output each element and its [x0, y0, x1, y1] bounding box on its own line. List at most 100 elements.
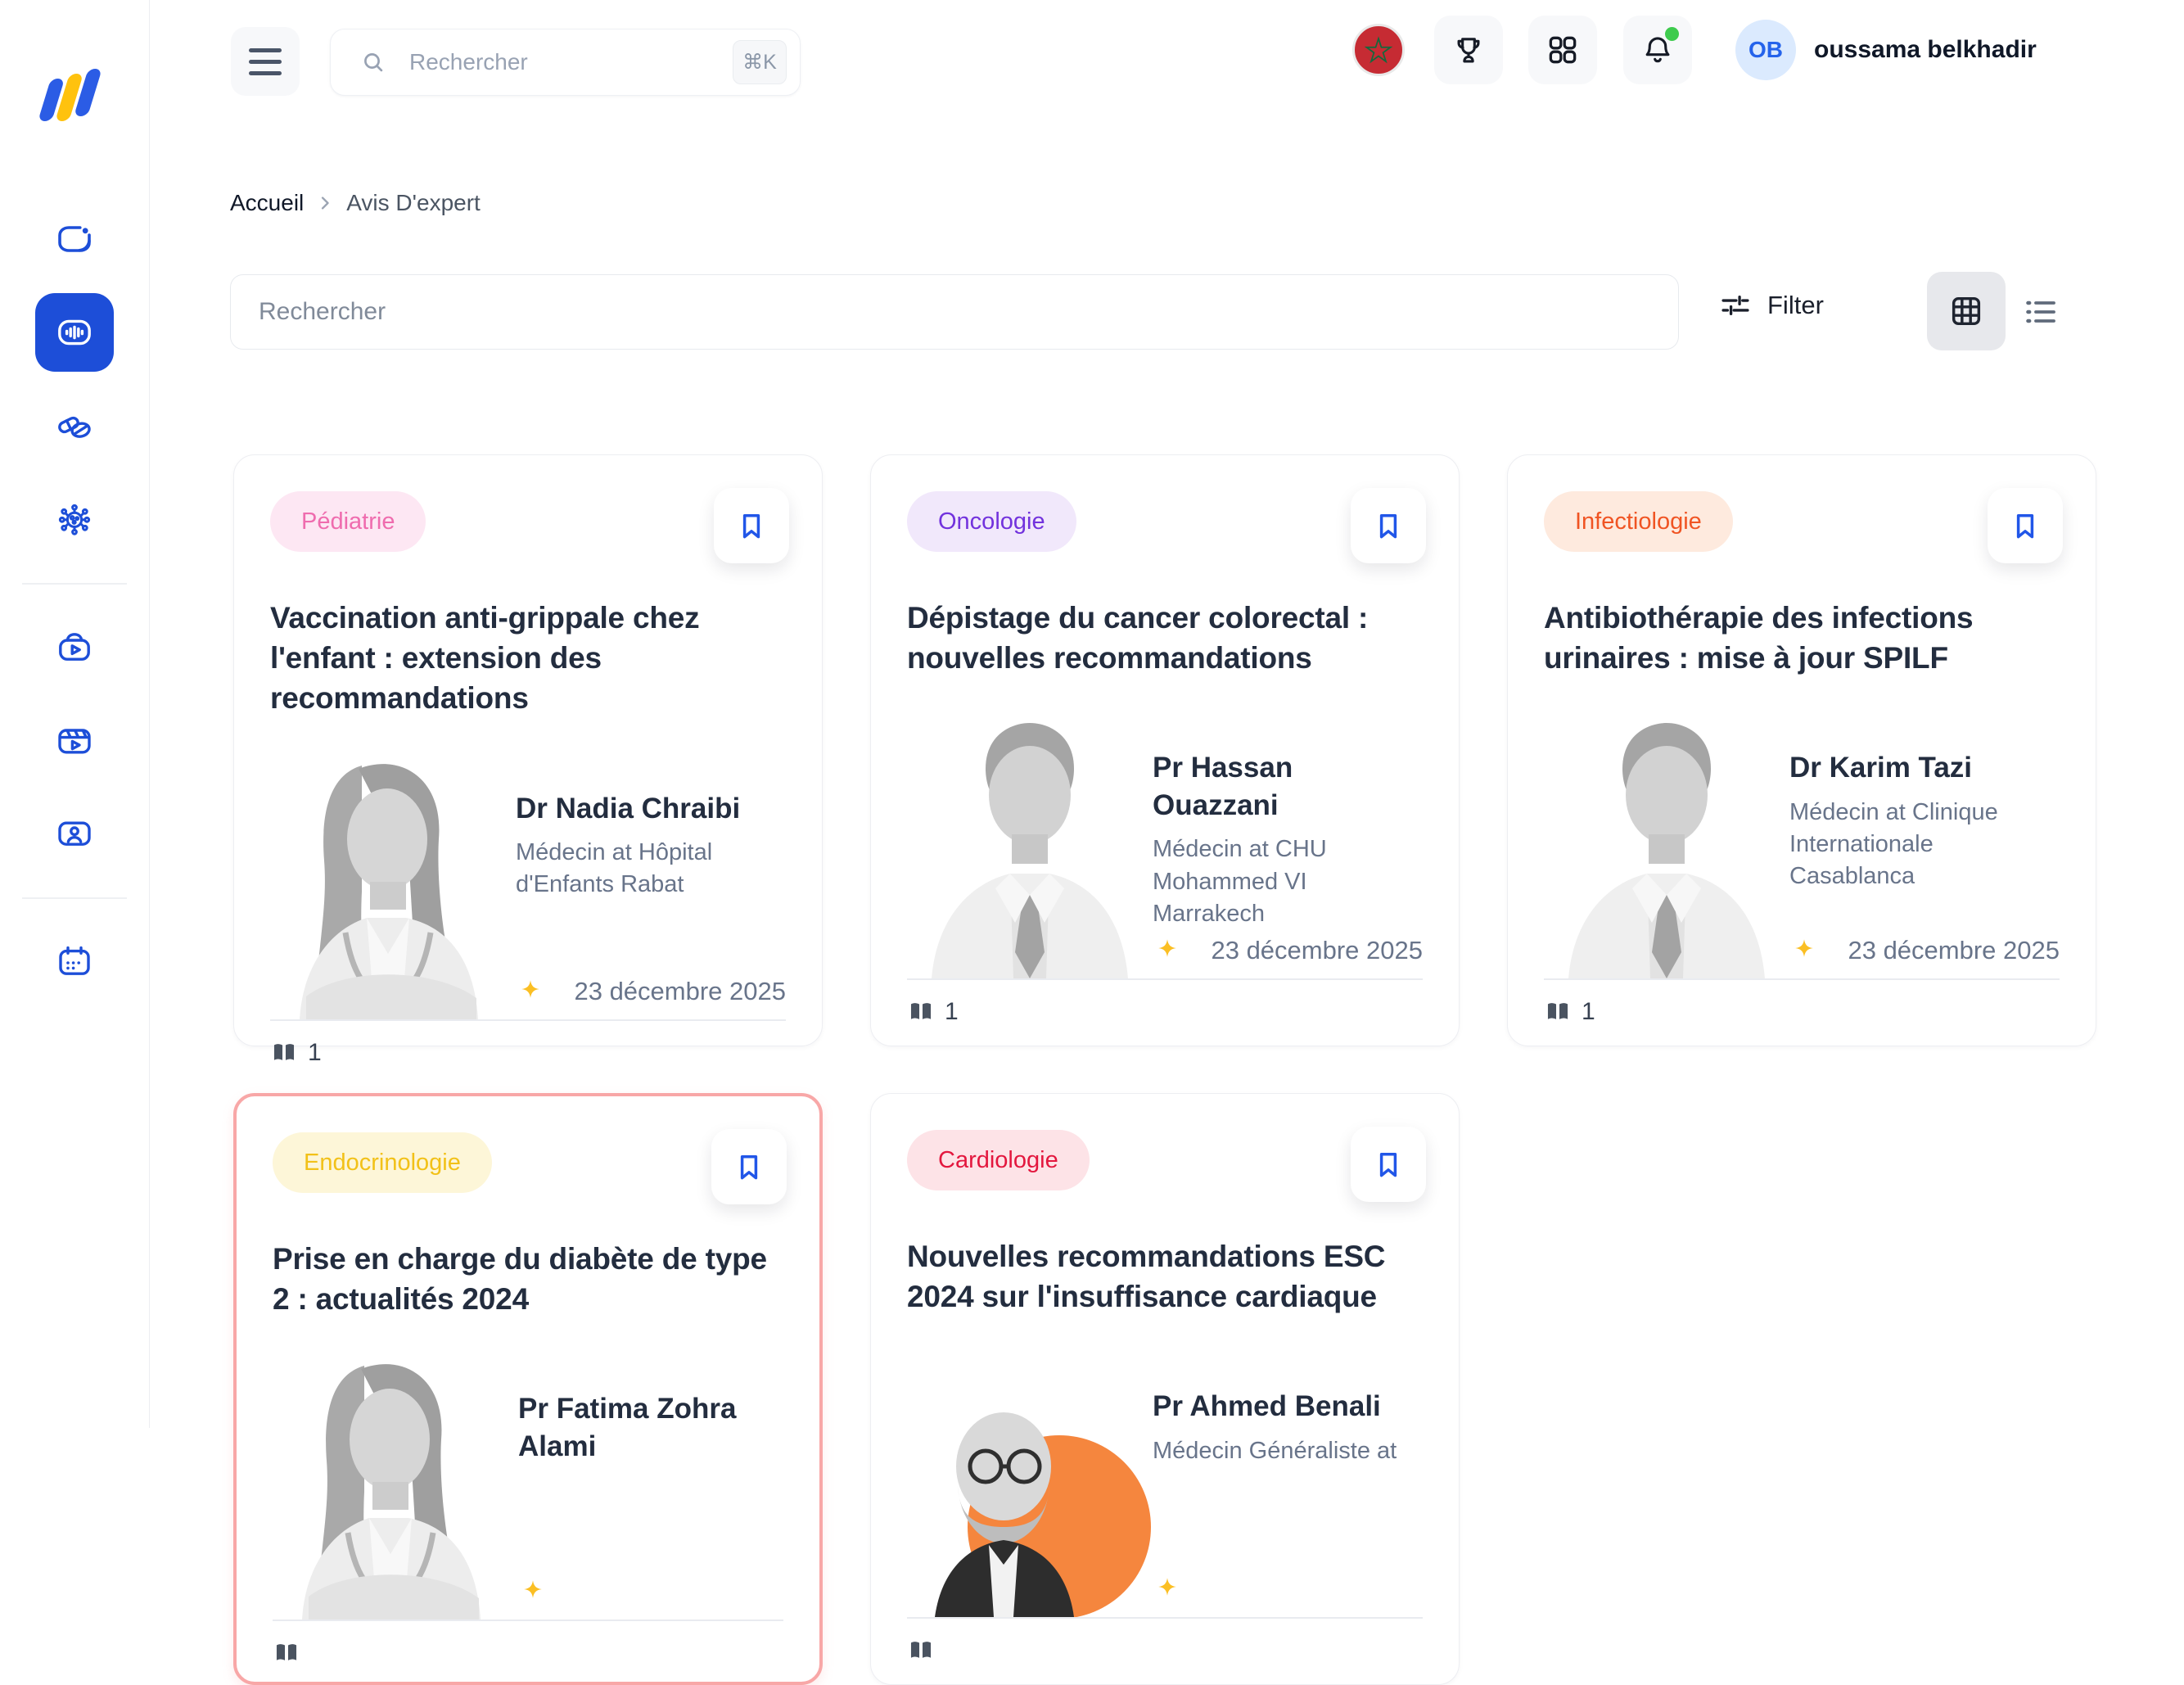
expert-opinion-card[interactable]: Oncologie Dépistage du cancer colorectal…	[870, 454, 1460, 1046]
sidebar-item-infectious-diseases[interactable]	[35, 480, 114, 558]
doctor-photo-female-silhouette	[273, 1361, 518, 1619]
doctor-name: Pr Hassan Ouazzani	[1153, 749, 1423, 824]
sparkle-icon	[518, 1577, 548, 1606]
bookmark-button[interactable]	[1351, 1127, 1426, 1202]
user-name[interactable]: oussama belkhadir	[1814, 36, 2037, 64]
card-meta	[1153, 1574, 1423, 1617]
expert-opinion-card[interactable]: Endocrinologie Prise en charge du diabèt…	[233, 1093, 823, 1685]
bookmark-icon	[734, 508, 769, 543]
expert-audio-icon	[55, 313, 94, 352]
grid-view-button[interactable]	[1927, 272, 2006, 350]
filter-button[interactable]: Filter	[1718, 288, 1824, 323]
achievements-button[interactable]	[1434, 16, 1503, 84]
keyboard-shortcut-badge: ⌘K	[733, 40, 787, 84]
read-book-icon	[273, 1639, 300, 1667]
bookmark-icon	[1371, 508, 1406, 543]
sidebar-item-video-library[interactable]	[35, 608, 114, 686]
video-library-icon	[55, 627, 94, 666]
sidebar-item-webinars[interactable]	[35, 701, 114, 779]
clapper-video-icon	[55, 721, 94, 760]
sidebar-divider	[22, 583, 127, 585]
notifications-button[interactable]	[1623, 16, 1692, 84]
bookmark-button[interactable]	[714, 488, 789, 563]
doctor-photo	[907, 1358, 1153, 1617]
sidebar-item-medications[interactable]	[35, 386, 114, 465]
expert-opinion-card[interactable]: Infectiologie Antibiothérapie des infect…	[1507, 454, 2096, 1046]
person-card-icon	[55, 814, 94, 853]
card-meta: 23 décembre 2025	[1153, 936, 1423, 978]
sidebar-item-profiles[interactable]	[35, 794, 114, 873]
sparkle-icon	[1789, 936, 1819, 965]
sidebar-item-feed[interactable]	[35, 200, 114, 278]
chevron-right-icon	[314, 192, 336, 215]
trophy-icon	[1451, 32, 1487, 68]
doctor-photo	[273, 1361, 518, 1619]
card-meta: 23 décembre 2025	[1789, 936, 2060, 978]
page: { "header": { "search": { "placeholder":…	[0, 0, 2184, 1428]
filter-label: Filter	[1767, 291, 1824, 320]
sparkle-icon	[1153, 1574, 1182, 1604]
card-meta: 23 décembre 2025	[516, 977, 786, 1019]
card-title: Prise en charge du diabète de type 2 : a…	[273, 1239, 783, 1319]
sidebar-nav	[22, 200, 127, 1015]
search-icon	[359, 47, 388, 77]
card-body: Pr Ahmed Benali Médecin Généraliste at	[907, 1347, 1423, 1617]
global-search[interactable]: Rechercher ⌘K	[330, 29, 801, 96]
apps-grid-icon	[1545, 32, 1581, 68]
sidebar-item-calendar[interactable]	[35, 922, 114, 1001]
doctor-info: Pr Hassan Ouazzani Médecin at CHU Mohamm…	[1153, 708, 1423, 978]
apps-menu-button[interactable]	[1528, 16, 1597, 84]
doctor-info: Pr Fatima Zohra Alami	[518, 1349, 783, 1619]
language-flag-button[interactable]	[1352, 24, 1405, 76]
global-search-placeholder: Rechercher	[409, 49, 528, 75]
doctor-info: Dr Nadia Chraibi Médecin at Hôpital d'En…	[516, 749, 786, 1019]
expert-opinion-card[interactable]: Pédiatrie Vaccination anti-grippale chez…	[233, 454, 823, 1046]
specialty-badge: Pédiatrie	[270, 491, 426, 552]
card-body: Dr Karim Tazi Médecin at Clinique Intern…	[1544, 708, 2060, 978]
breadcrumb-home-link[interactable]: Accueil	[230, 190, 304, 216]
grid-view-icon	[1947, 292, 1985, 330]
sidebar-divider	[22, 897, 127, 899]
doctor-photo	[270, 761, 516, 1019]
card-footer	[273, 1621, 783, 1685]
card-footer: 1	[1544, 980, 2060, 1044]
doctor-affiliation: Médecin at Clinique Internationale Casab…	[1789, 797, 2060, 892]
specialty-badge: Oncologie	[907, 491, 1076, 552]
app-logo[interactable]	[38, 57, 111, 128]
specialty-badge: Infectiologie	[1544, 491, 1733, 552]
card-title: Nouvelles recommandations ESC 2024 sur l…	[907, 1236, 1423, 1317]
card-title: Antibiothérapie des infections urinaires…	[1544, 598, 2060, 678]
doctor-photo-male-silhouette	[907, 720, 1153, 978]
publish-date: 23 décembre 2025	[574, 977, 786, 1006]
menu-toggle-button[interactable]	[231, 27, 300, 96]
bookmark-icon	[1371, 1147, 1406, 1181]
card-title: Vaccination anti-grippale chez l'enfant …	[270, 598, 786, 719]
calendar-icon	[55, 942, 94, 981]
card-body: Pr Fatima Zohra Alami	[273, 1349, 783, 1619]
list-view-button[interactable]	[2015, 287, 2066, 337]
read-count: 1	[1582, 998, 1595, 1026]
doctor-photo	[907, 720, 1153, 978]
filter-sliders-icon	[1718, 288, 1753, 323]
sidebar-item-expert-opinions[interactable]	[35, 293, 114, 372]
card-title: Dépistage du cancer colorectal : nouvell…	[907, 598, 1423, 678]
bookmark-icon	[732, 1150, 766, 1184]
sparkle-icon	[516, 977, 545, 1006]
notification-dot	[1665, 27, 1679, 41]
card-footer	[907, 1619, 1423, 1683]
doctor-photo-female-silhouette	[270, 761, 516, 1019]
read-book-icon	[270, 1039, 298, 1067]
bookmark-button[interactable]	[1988, 488, 2063, 563]
bookmark-button[interactable]	[1351, 488, 1426, 563]
read-count: 1	[945, 998, 959, 1026]
user-avatar[interactable]: OB	[1735, 20, 1796, 80]
content-search-input[interactable]	[230, 274, 1679, 350]
specialty-badge: Endocrinologie	[273, 1132, 492, 1193]
list-view-icon	[2021, 292, 2060, 332]
doctor-affiliation: Médecin at Hôpital d'Enfants Rabat	[516, 837, 786, 901]
expert-opinion-card[interactable]: Cardiologie Nouvelles recommandations ES…	[870, 1093, 1460, 1685]
bookmark-button[interactable]	[711, 1129, 787, 1204]
card-footer: 1	[907, 980, 1423, 1044]
card-footer: 1	[270, 1021, 786, 1085]
doctor-affiliation: Médecin Généraliste at	[1153, 1435, 1423, 1467]
